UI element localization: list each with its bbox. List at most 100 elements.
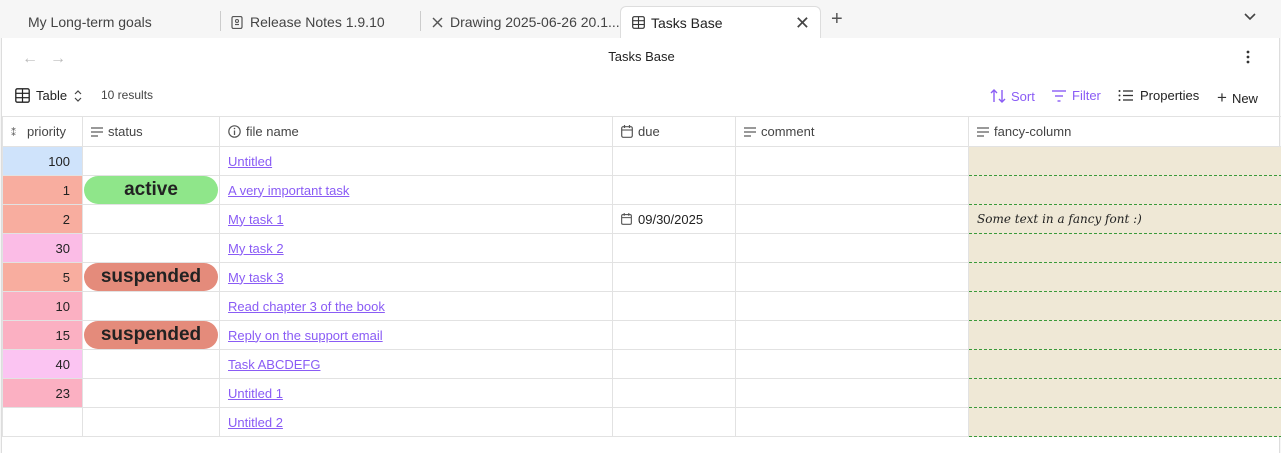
fancy-column-cell[interactable] [968, 407, 1281, 437]
tasks-table: ⁑ priority status file name due comment [2, 116, 1281, 437]
file-link[interactable]: A very important task [220, 183, 349, 198]
fancy-column-cell[interactable]: Some text in a fancy font :) [968, 204, 1281, 234]
tab-release-notes[interactable]: Release Notes 1.9.10 [230, 6, 385, 38]
column-header-fancy-column[interactable]: fancy-column [968, 116, 1281, 147]
fancy-column-cell[interactable] [968, 320, 1281, 350]
view-title: Tasks Base [608, 49, 675, 64]
status-cell[interactable]: active [82, 175, 220, 205]
status-cell[interactable] [82, 204, 220, 234]
priority-cell[interactable]: 5 [2, 262, 83, 292]
comment-cell[interactable] [735, 407, 969, 437]
new-button[interactable]: + New [1217, 88, 1258, 108]
sort-icon [990, 88, 1006, 104]
due-cell[interactable] [612, 175, 736, 205]
fancy-column-cell[interactable] [968, 175, 1281, 205]
table-row[interactable]: 2 My task 1 09/30/2025 Some text in a fancy… [2, 204, 1281, 234]
status-cell[interactable] [82, 146, 220, 176]
calendar-icon [621, 125, 633, 138]
tab-bar: My Long-term goals Release Notes 1.9.10 … [0, 0, 1281, 38]
filter-button[interactable]: Filter [1051, 88, 1101, 103]
file-link[interactable]: Read chapter 3 of the book [220, 299, 385, 314]
status-cell[interactable]: suspended [82, 320, 220, 350]
priority-cell[interactable]: 23 [2, 378, 83, 408]
due-cell[interactable] [612, 233, 736, 263]
tab-list-chevron-icon[interactable] [1243, 10, 1257, 25]
calendar-icon [621, 213, 632, 225]
more-options-icon[interactable] [1246, 50, 1250, 67]
column-header-comment[interactable]: comment [735, 116, 969, 147]
file-link[interactable]: My task 3 [220, 270, 284, 285]
sort-button[interactable]: Sort [990, 88, 1035, 104]
comment-cell[interactable] [735, 175, 969, 205]
table-row[interactable]: 23 Untitled 1 [2, 378, 1281, 408]
column-header-status[interactable]: status [82, 116, 220, 147]
table-row[interactable]: 15 suspended Reply on the support email [2, 320, 1281, 350]
close-icon[interactable]: ✕ [795, 13, 810, 34]
table-icon [631, 16, 645, 30]
table-row[interactable]: 10 Read chapter 3 of the book [2, 291, 1281, 321]
table-row[interactable]: 30 My task 2 [2, 233, 1281, 263]
comment-cell[interactable] [735, 291, 969, 321]
fancy-column-cell[interactable] [968, 378, 1281, 408]
priority-cell[interactable] [2, 407, 83, 437]
properties-button[interactable]: Properties [1118, 88, 1199, 103]
priority-cell[interactable]: 2 [2, 204, 83, 234]
due-cell[interactable] [612, 407, 736, 437]
tab-long-term-goals[interactable]: My Long-term goals [28, 6, 152, 38]
table-row[interactable]: 40 Task ABCDEFG [2, 349, 1281, 379]
view-switcher[interactable]: Table [15, 88, 82, 103]
file-name-cell: Untitled 2 [219, 407, 613, 437]
column-header-due[interactable]: due [612, 116, 736, 147]
comment-cell[interactable] [735, 349, 969, 379]
column-header-priority[interactable]: ⁑ priority [2, 116, 83, 147]
table-row[interactable]: 1 active A very important task [2, 175, 1281, 205]
table-row[interactable]: 5 suspended My task 3 [2, 262, 1281, 292]
status-cell[interactable] [82, 407, 220, 437]
due-cell[interactable]: 09/30/2025 [612, 204, 736, 234]
comment-cell[interactable] [735, 204, 969, 234]
file-link[interactable]: Task ABCDEFG [220, 357, 320, 372]
comment-cell[interactable] [735, 378, 969, 408]
file-link[interactable]: Untitled [220, 154, 272, 169]
fancy-column-cell[interactable] [968, 291, 1281, 321]
due-cell[interactable] [612, 146, 736, 176]
fancy-column-cell[interactable] [968, 233, 1281, 263]
new-tab-button[interactable]: + [831, 8, 843, 31]
file-link[interactable]: Untitled 2 [220, 415, 283, 430]
status-cell[interactable] [82, 291, 220, 321]
priority-cell[interactable]: 40 [2, 349, 83, 379]
status-cell[interactable]: suspended [82, 262, 220, 292]
tab-drawing[interactable]: Drawing 2025-06-26 20.1... [430, 6, 620, 38]
due-cell[interactable] [612, 320, 736, 350]
file-link[interactable]: My task 1 [220, 212, 284, 227]
due-cell[interactable] [612, 262, 736, 292]
column-header-file-name[interactable]: file name [219, 116, 613, 147]
due-cell[interactable] [612, 291, 736, 321]
priority-cell[interactable]: 30 [2, 233, 83, 263]
priority-cell[interactable]: 15 [2, 320, 83, 350]
tab-tasks-base[interactable]: Tasks Base ✕ [620, 6, 821, 38]
table-row[interactable]: Untitled 2 [2, 407, 1281, 437]
comment-cell[interactable] [735, 233, 969, 263]
new-label: New [1231, 90, 1258, 106]
priority-cell[interactable]: 100 [2, 146, 83, 176]
comment-cell[interactable] [735, 146, 969, 176]
table-row[interactable]: 100 Untitled [2, 146, 1281, 176]
priority-cell[interactable]: 1 [2, 175, 83, 205]
status-cell[interactable] [82, 349, 220, 379]
comment-cell[interactable] [735, 320, 969, 350]
file-link[interactable]: My task 2 [220, 241, 284, 256]
sort-label: Sort [1011, 88, 1035, 104]
status-cell[interactable] [82, 378, 220, 408]
table-icon [15, 88, 30, 103]
comment-cell[interactable] [735, 262, 969, 292]
file-link[interactable]: Untitled 1 [220, 386, 283, 401]
file-link[interactable]: Reply on the support email [220, 328, 383, 343]
due-cell[interactable] [612, 349, 736, 379]
fancy-column-cell[interactable] [968, 262, 1281, 292]
due-cell[interactable] [612, 378, 736, 408]
fancy-column-cell[interactable] [968, 146, 1281, 176]
priority-cell[interactable]: 10 [2, 291, 83, 321]
fancy-column-cell[interactable] [968, 349, 1281, 379]
status-cell[interactable] [82, 233, 220, 263]
